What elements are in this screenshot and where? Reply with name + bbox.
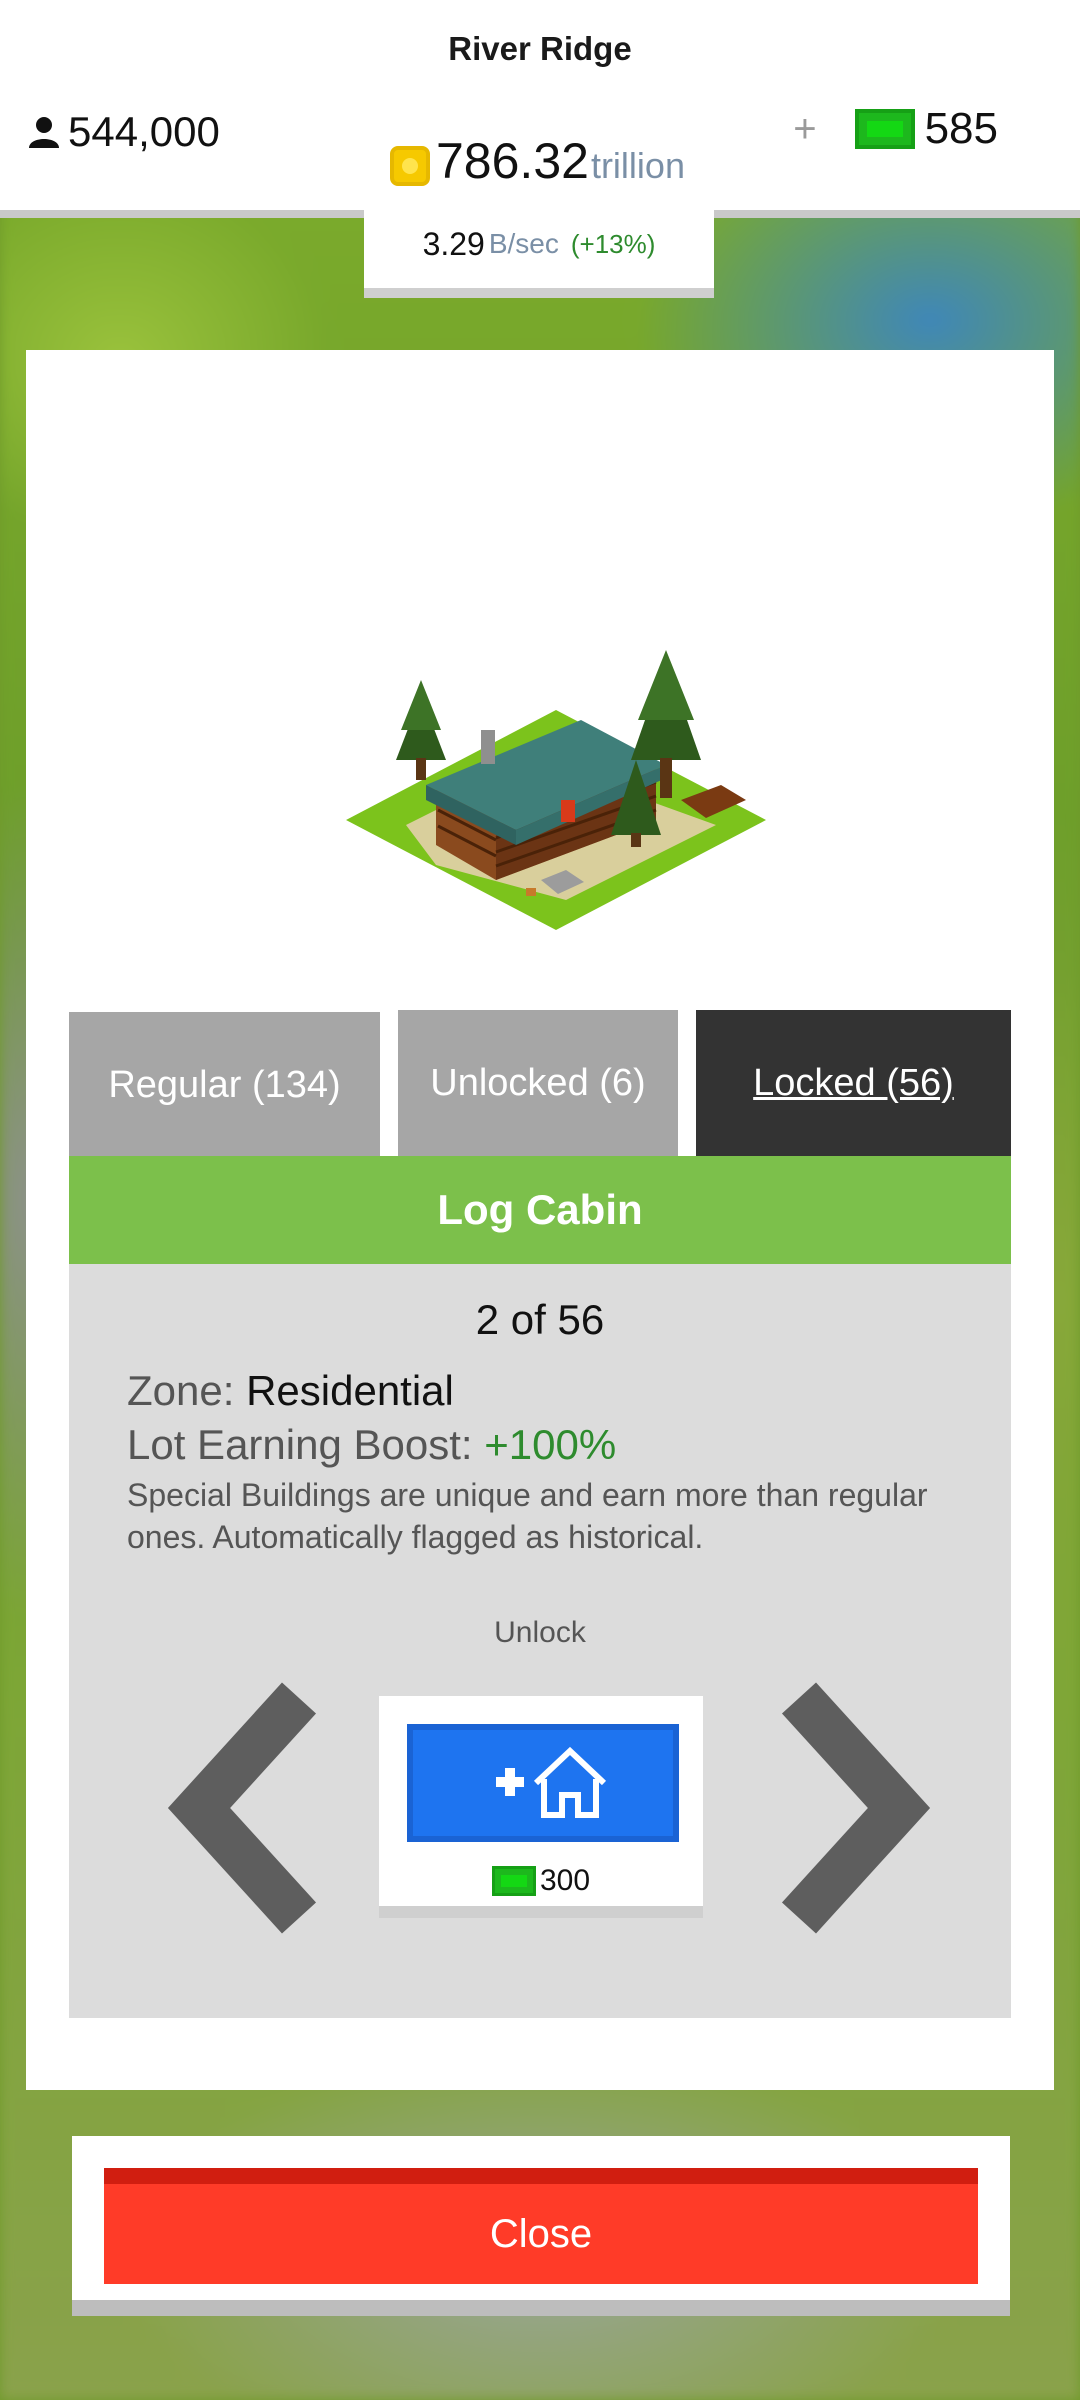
building-counter: 2 of 56 xyxy=(475,1296,605,1343)
gems-counter[interactable]: + 585 xyxy=(793,104,998,154)
top-hud: River Ridge 544,000 786.32 trillion + 58… xyxy=(0,0,1080,218)
building-tabs: Regular (134) Unlocked (6) Locked (56) xyxy=(69,1010,1011,1158)
zone-label: Zone: xyxy=(127,1367,247,1414)
coin-icon xyxy=(390,146,430,186)
unlock-button[interactable] xyxy=(407,1724,679,1842)
unlock-cost: 300 xyxy=(379,1864,703,1898)
add-gems-button[interactable]: + xyxy=(793,107,816,152)
unlock-card: 300 xyxy=(379,1696,703,1918)
income-rate: 3.29 B/sec (+13%) xyxy=(364,200,714,298)
close-button[interactable]: Close xyxy=(104,2168,978,2284)
chevron-right-icon[interactable] xyxy=(769,1678,939,1938)
coins-value: 786.32 xyxy=(436,133,589,189)
boost-value: +100% xyxy=(484,1421,617,1468)
population-counter: 544,000 xyxy=(26,106,220,158)
close-container: Close xyxy=(72,2136,1010,2316)
population-value: 544,000 xyxy=(68,108,220,155)
log-cabin-image xyxy=(346,650,766,930)
tab-unlocked[interactable]: Unlocked (6) xyxy=(398,1010,678,1156)
building-name: Log Cabin xyxy=(69,1156,1011,1264)
city-name: River Ridge xyxy=(448,30,632,67)
building-info: Zone: Residential Lot Earning Boost: +10… xyxy=(127,1364,967,1558)
boost-line: Lot Earning Boost: +100% xyxy=(127,1418,967,1472)
building-description: Special Buildings are unique and earn mo… xyxy=(127,1477,928,1555)
zone-value: Residential xyxy=(246,1367,454,1414)
coins-counter: 786.32 trillion xyxy=(390,132,685,190)
add-house-icon xyxy=(496,1746,607,1818)
rate-unit: B/sec xyxy=(488,228,559,259)
coins-unit: trillion xyxy=(590,145,685,186)
tab-regular[interactable]: Regular (134) xyxy=(69,1012,380,1158)
building-dialog: Regular (134) Unlocked (6) Locked (56) L… xyxy=(26,350,1054,2090)
boost-label: Lot Earning Boost: xyxy=(127,1421,485,1468)
unlock-cost-value: 300 xyxy=(539,1864,591,1897)
person-icon xyxy=(29,117,59,148)
rate-percent: (+13%) xyxy=(570,228,656,259)
chevron-left-icon[interactable] xyxy=(159,1678,329,1938)
gem-icon xyxy=(491,1866,536,1896)
zone-line: Zone: Residential xyxy=(127,1364,967,1418)
gem-icon xyxy=(854,109,915,149)
rate-value: 3.29 xyxy=(422,225,485,262)
gems-value: 585 xyxy=(924,104,998,153)
tab-locked[interactable]: Locked (56) xyxy=(696,1010,1011,1156)
unlock-label: Unlock xyxy=(494,1616,586,1649)
building-details: Log Cabin 2 of 56 Zone: Residential Lot … xyxy=(69,1156,1011,2018)
